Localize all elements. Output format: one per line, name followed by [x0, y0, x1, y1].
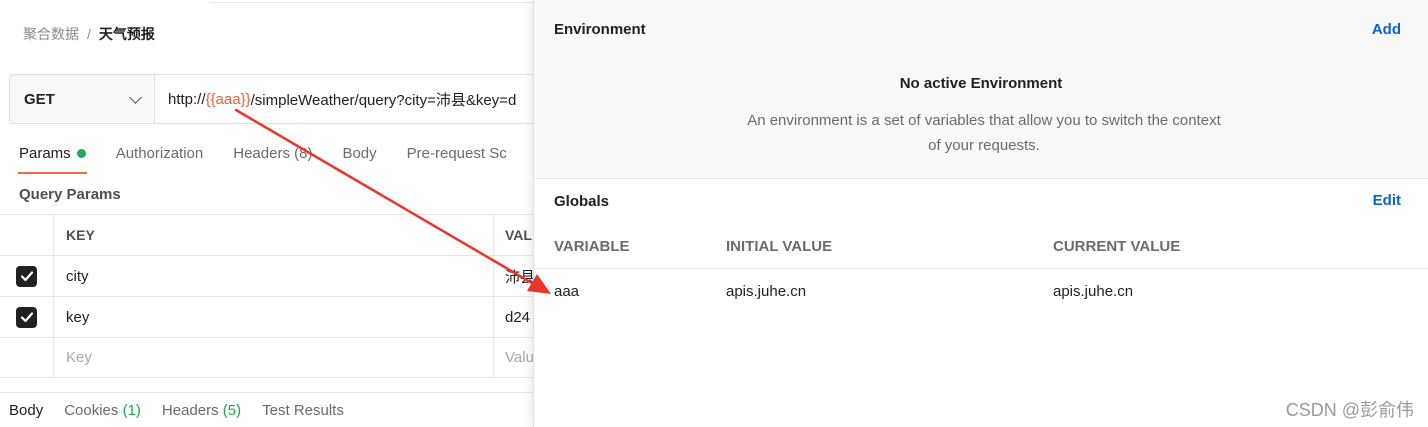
url-path: /simpleWeather/query?city=沛县&key=d: [250, 91, 517, 109]
breadcrumb-collection[interactable]: 聚合数据: [23, 24, 79, 44]
tab-params[interactable]: Params: [18, 145, 87, 174]
table-row-empty: Key Valu: [0, 337, 560, 378]
tab-authorization-label: Authorization: [115, 145, 204, 162]
table-header-row: KEY VAL: [0, 214, 560, 255]
status-dot-icon: [76, 149, 86, 158]
response-tab-cookies-label: Cookies: [64, 401, 119, 419]
breadcrumb-request-name[interactable]: 天气预报: [99, 24, 155, 44]
url-bar: GET http://{{aaa}}/simpleWeather/query?c…: [9, 74, 549, 124]
watermark-text: CSDN @彭俞伟: [1285, 400, 1414, 420]
add-environment-link[interactable]: Add: [1372, 21, 1401, 38]
breadcrumb: 聚合数据 / 天气预报: [23, 24, 155, 44]
tab-authorization[interactable]: Authorization: [116, 145, 204, 162]
row-check-cell: [0, 297, 54, 337]
environment-title: Environment: [554, 21, 646, 38]
query-params-table: KEY VAL city 沛县 key d24 Key Valu: [0, 214, 560, 378]
initial-value-cell: apis.juhe.cn: [726, 283, 807, 300]
method-label: GET: [24, 90, 55, 108]
column-header-current-value: CURRENT VALUE: [1053, 237, 1181, 255]
param-key-cell[interactable]: city: [54, 256, 494, 296]
request-editor: 聚合数据 / 天气预报 GET http://{{aaa}}/simpleWea…: [0, 0, 560, 427]
response-tab-body[interactable]: Body: [9, 402, 43, 419]
breadcrumb-separator: /: [87, 26, 91, 42]
globals-title: Globals: [554, 193, 610, 210]
url-input[interactable]: http://{{aaa}}/simpleWeather/query?city=…: [155, 75, 548, 123]
query-params-title: Query Params: [19, 186, 121, 203]
column-header-value: VAL: [505, 227, 532, 243]
new-param-value-input[interactable]: Valu: [494, 349, 534, 366]
chevron-down-icon: [129, 90, 142, 104]
response-tab-cookies[interactable]: Cookies (1): [64, 402, 141, 419]
current-value-cell: apis.juhe.cn: [1053, 283, 1134, 300]
environment-quick-look-panel: Environment Add No active Environment An…: [533, 0, 1428, 427]
tab-headers[interactable]: Headers (8): [233, 145, 312, 162]
new-param-key-input[interactable]: Key: [54, 338, 494, 377]
response-tabs: Body Cookies (1) Headers (5) Test Result…: [0, 392, 560, 427]
cookies-count: (1): [122, 401, 141, 419]
no-environment-description: An environment is a set of variables tha…: [747, 112, 1221, 154]
top-tab-divider: [210, 0, 540, 3]
table-row: city 沛县: [0, 255, 560, 296]
environment-section: Environment Add No active Environment An…: [534, 0, 1428, 179]
headers-count: (5): [222, 401, 242, 419]
row-check-cell: [0, 338, 54, 377]
header-check-cell: [0, 215, 54, 255]
column-header-initial-value: INITIAL VALUE: [726, 237, 833, 255]
edit-globals-link[interactable]: Edit: [1373, 192, 1401, 209]
table-row: aaa apis.juhe.cn apis.juhe.cn: [534, 269, 1428, 314]
globals-header-row: VARIABLE INITIAL VALUE CURRENT VALUE: [534, 224, 1428, 269]
param-enabled-checkbox[interactable]: [16, 265, 37, 287]
url-variable: {{aaa}}: [205, 90, 251, 108]
method-select[interactable]: GET: [10, 75, 155, 123]
column-header-variable: VARIABLE: [554, 237, 630, 255]
no-active-environment-title: No active Environment: [899, 75, 1063, 92]
response-tab-headers-label: Headers: [161, 401, 219, 419]
tab-params-label: Params: [19, 145, 71, 162]
tab-body[interactable]: Body: [342, 145, 376, 162]
tab-pre-request-script[interactable]: Pre-request Sc: [407, 145, 507, 162]
globals-table: VARIABLE INITIAL VALUE CURRENT VALUE aaa…: [534, 224, 1428, 314]
param-value-cell[interactable]: 沛县: [494, 266, 535, 287]
param-enabled-checkbox[interactable]: [16, 306, 37, 328]
checkmark-icon: [20, 312, 33, 323]
param-value-cell[interactable]: d24: [494, 309, 530, 326]
tab-body-label: Body: [342, 145, 377, 162]
row-check-cell: [0, 256, 54, 296]
request-tabs: Params Authorization Headers (8) Body Pr…: [18, 145, 507, 174]
response-tab-headers[interactable]: Headers (5): [162, 402, 241, 419]
tab-pre-request-label: Pre-request Sc: [406, 145, 507, 162]
response-tab-test-results[interactable]: Test Results: [262, 402, 344, 419]
variable-name-cell: aaa: [554, 283, 580, 300]
param-key-cell[interactable]: key: [54, 297, 494, 337]
tab-headers-label: Headers (8): [233, 145, 313, 162]
column-header-key: KEY: [54, 215, 494, 255]
checkmark-icon: [20, 271, 33, 282]
table-row: key d24: [0, 296, 560, 337]
url-prefix: http://: [168, 90, 206, 108]
